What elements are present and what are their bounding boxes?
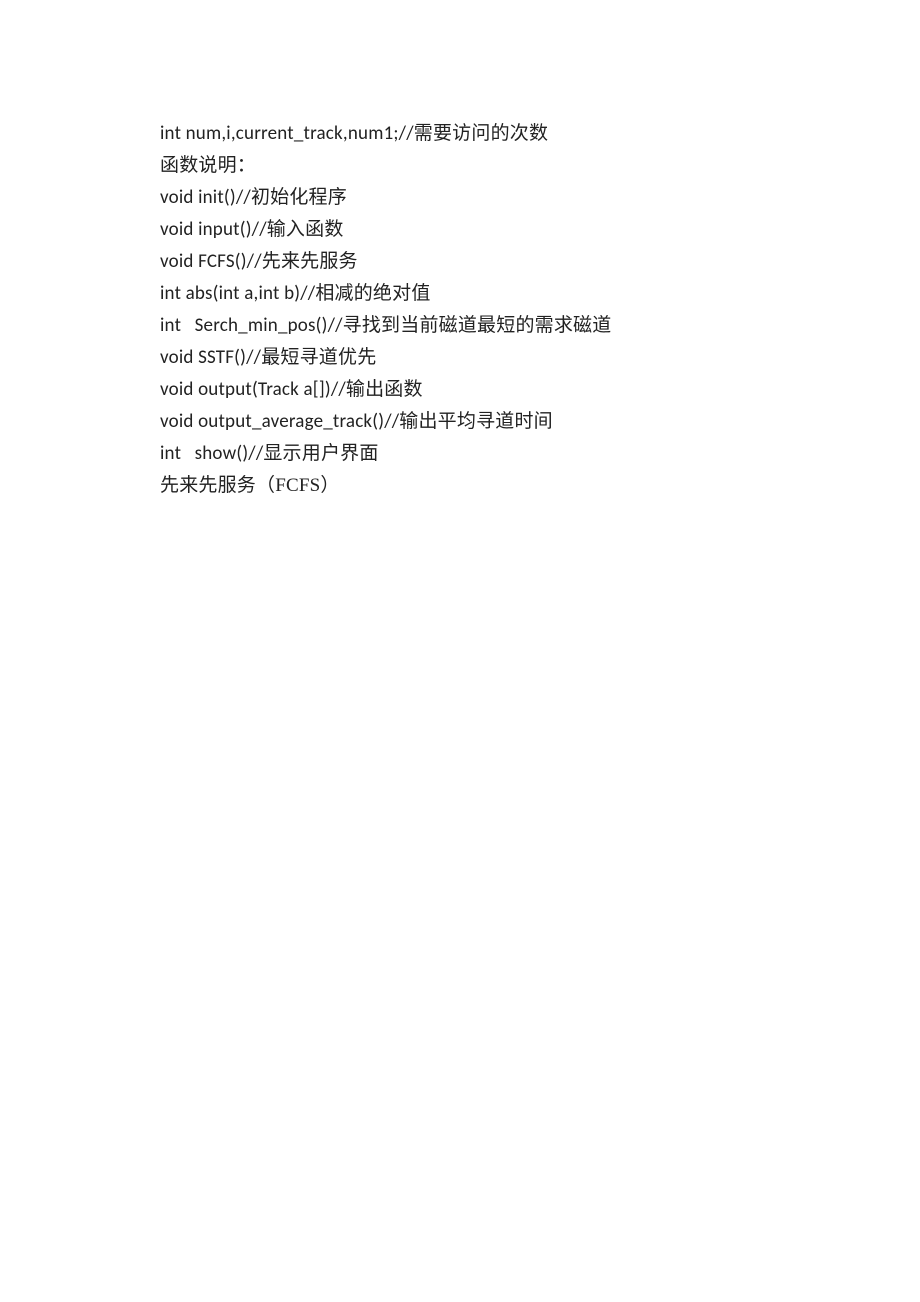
comment-text: 初始化程序 [251,187,347,208]
code-line: void output_average_track()//输出平均寻道时间 [160,406,760,438]
comment-text: 最短寻道优先 [261,347,376,368]
code-line: void SSTF()//最短寻道优先 [160,342,760,374]
comment-text: 先来先服务 [262,251,358,272]
comment-text: 相减的绝对值 [315,283,430,304]
code-line: int show()//显示用户界面 [160,438,760,470]
code-line: 先来先服务（FCFS） [160,470,760,502]
code-line: void init()//初始化程序 [160,182,760,214]
comment-text: 先来先服务（FCFS） [160,475,340,496]
code-line: int abs(int a,int b)//相减的绝对值 [160,278,760,310]
code-text: void SSTF()// [160,346,261,369]
comment-text: 函数说明： [160,155,256,176]
document-page: int num,i,current_track,num1;//需要访问的次数 函… [0,0,920,1302]
code-text: void init()// [160,186,251,209]
comment-text: 输入函数 [267,219,344,240]
code-text: void output(Track a[])// [160,378,346,401]
comment-text: 需要访问的次数 [414,123,548,144]
code-text: void input()// [160,218,267,241]
code-line: void input()//输入函数 [160,214,760,246]
comment-text: 显示用户界面 [263,443,378,464]
code-text: int Serch_min_pos()// [160,314,343,337]
code-line: void output(Track a[])//输出函数 [160,374,760,406]
code-text: int abs(int a,int b)// [160,282,315,305]
code-text: void output_average_track()// [160,410,399,433]
code-line: void FCFS()//先来先服务 [160,246,760,278]
code-line: 函数说明： [160,150,760,182]
code-line: int num,i,current_track,num1;//需要访问的次数 [160,118,760,150]
code-text: int show()// [160,442,263,465]
code-text: int num,i,current_track,num1;// [160,122,414,145]
code-line: int Serch_min_pos()//寻找到当前磁道最短的需求磁道 [160,310,760,342]
comment-text: 寻找到当前磁道最短的需求磁道 [343,315,612,336]
comment-text: 输出函数 [346,379,423,400]
code-text: void FCFS()// [160,250,262,273]
comment-text: 输出平均寻道时间 [399,411,553,432]
